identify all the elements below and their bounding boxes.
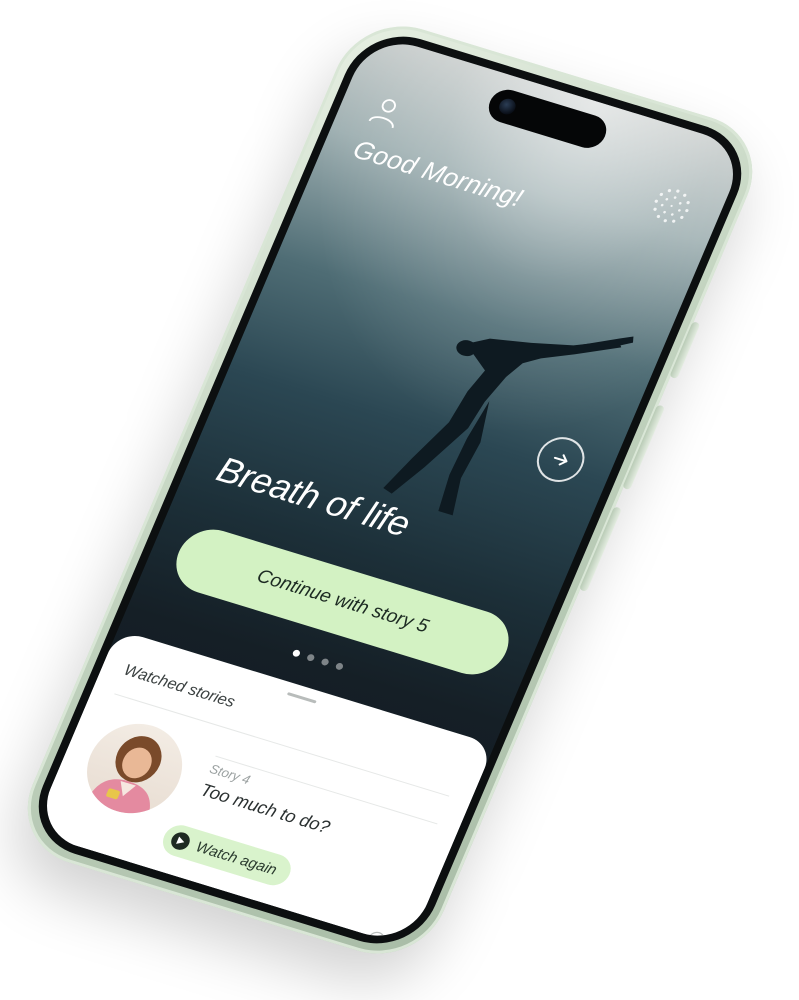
pager-dot[interactable] — [320, 657, 330, 667]
avatar[interactable] — [72, 712, 197, 825]
play-icon — [168, 830, 193, 853]
pager-dot[interactable] — [306, 653, 316, 662]
watch-again-button[interactable]: Watch again — [157, 821, 296, 890]
arrow-right-icon — [553, 454, 568, 466]
pager-dot[interactable] — [291, 649, 302, 658]
watch-again-label: Watch again — [193, 838, 280, 879]
continue-story-button[interactable]: Continue with story 5 — [165, 521, 519, 683]
sheet-drag-handle[interactable] — [286, 692, 317, 704]
phone-bezel: Good Morning! Breath of life Continue wi… — [21, 22, 759, 958]
pager-dot[interactable] — [334, 662, 345, 671]
story-name: Too much to do? — [197, 779, 334, 838]
camera-icon — [496, 96, 519, 117]
smile-icon[interactable] — [364, 929, 388, 948]
phone-frame: Good Morning! Breath of life Continue wi… — [7, 10, 773, 970]
app-screen: Good Morning! Breath of life Continue wi… — [31, 32, 749, 948]
mockup-stage: Good Morning! Breath of life Continue wi… — [0, 0, 799, 1000]
watched-stories-title: Watched stories — [121, 661, 238, 712]
watched-stories-sheet: Watched stories Story 4 Too much to do? — [31, 629, 495, 948]
